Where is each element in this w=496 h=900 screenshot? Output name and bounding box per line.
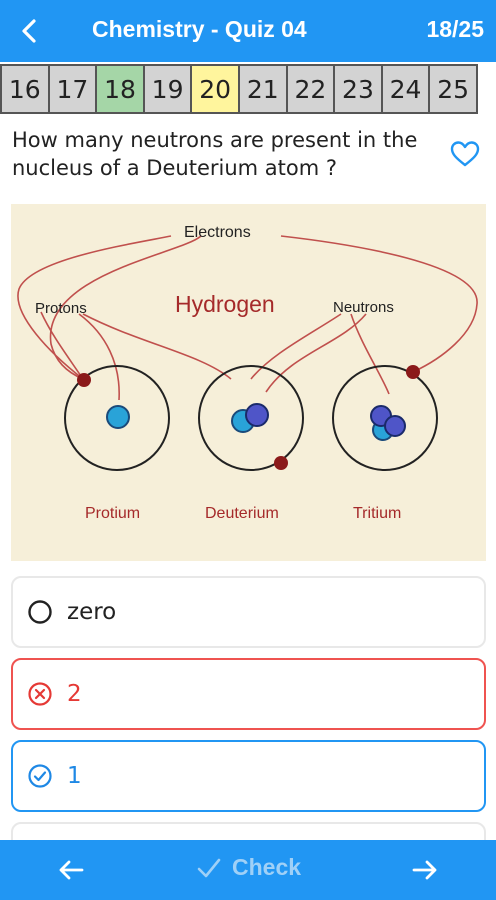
check-button-label: Check [232, 854, 302, 880]
question-nav-item[interactable]: 21 [237, 64, 288, 114]
question-nav-item[interactable]: 23 [333, 64, 383, 114]
question-nav-item[interactable]: 16 [0, 64, 50, 114]
figure-label-electrons: Electrons [184, 224, 251, 241]
answer-option-label: 2 [67, 681, 82, 707]
close-circle-icon [28, 682, 52, 706]
heart-outline-icon[interactable] [450, 140, 480, 168]
bottom-bar: Check [0, 840, 496, 900]
answer-option-wrong[interactable]: 2 [11, 658, 486, 730]
radio-empty-icon [28, 600, 52, 624]
figure-label-protons: Protons [35, 300, 87, 317]
page-title: Chemistry - Quiz 04 [92, 16, 307, 42]
figure-label-protium: Protium [85, 505, 140, 522]
question-counter: 18/25 [426, 16, 484, 42]
check-circle-icon [28, 764, 52, 788]
answer-option-correct[interactable]: 1 [11, 740, 486, 812]
back-arrow-icon[interactable] [14, 14, 48, 48]
question-nav-item[interactable]: 24 [380, 64, 431, 114]
figure-label-hydrogen: Hydrogen [175, 291, 275, 317]
question-nav-item[interactable]: 25 [428, 64, 478, 114]
question-nav-item[interactable]: 18 [95, 64, 145, 114]
figure-label-neutrons: Neutrons [333, 299, 394, 316]
figure-label-tritium: Tritium [353, 505, 401, 522]
question-navigator: 16 17 18 19 20 21 22 23 24 25 [0, 64, 496, 114]
question-nav-item[interactable]: 22 [285, 64, 336, 114]
app-bar: Chemistry - Quiz 04 18/25 [0, 0, 496, 62]
arrow-left-icon[interactable] [56, 856, 86, 884]
figure-label-deuterium: Deuterium [205, 505, 279, 522]
hydrogen-isotopes-figure: Electrons Protons Hydrogen Neutrons Prot… [11, 204, 486, 561]
checkmark-icon [197, 858, 221, 877]
answer-option[interactable]: zero [11, 576, 486, 648]
question-text: How many neutrons are present in the nuc… [12, 128, 418, 180]
question-nav-item[interactable]: 17 [47, 64, 98, 114]
answer-option-label: zero [67, 599, 117, 625]
arrow-right-icon[interactable] [410, 856, 440, 884]
question-nav-item[interactable]: 19 [142, 64, 193, 114]
check-button[interactable]: Check [196, 854, 301, 881]
question-nav-item-current[interactable]: 20 [190, 64, 240, 114]
answer-option-label: 1 [67, 763, 82, 789]
